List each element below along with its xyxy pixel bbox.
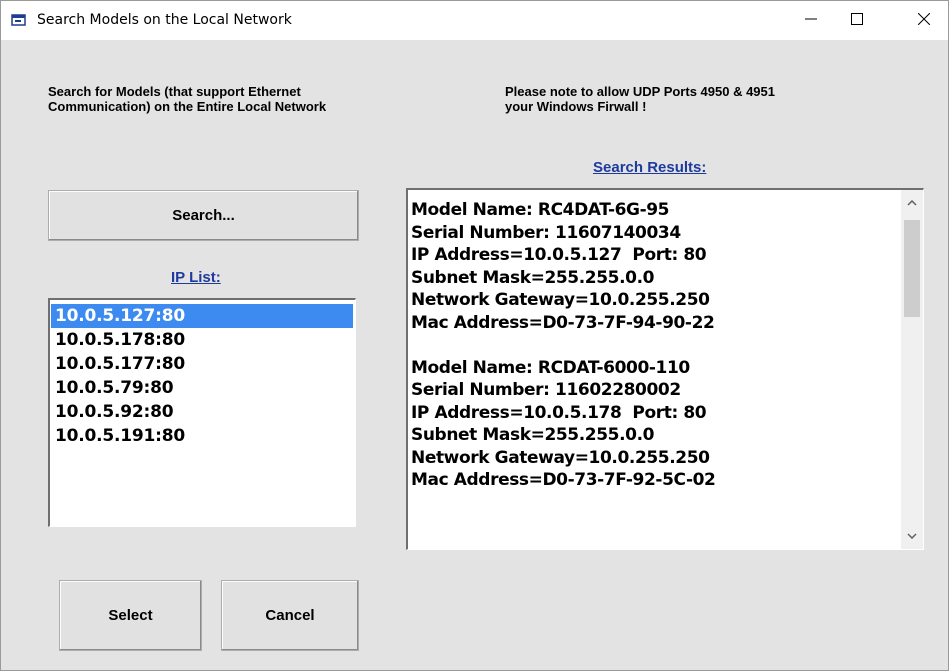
ip-list-item[interactable]: 10.0.5.191:80 [51, 424, 353, 448]
search-results-text: Model Name: RC4DAT-6G-95 Serial Number: 1… [411, 199, 899, 492]
ip-list-label: IP List: [171, 269, 221, 286]
ip-list-item[interactable]: 10.0.5.127:80 [51, 304, 353, 328]
close-button[interactable] [901, 1, 947, 40]
maximize-icon [851, 12, 863, 30]
ip-list-item[interactable]: 10.0.5.92:80 [51, 400, 353, 424]
chevron-up-icon[interactable] [901, 192, 923, 214]
ip-list-item[interactable]: 10.0.5.177:80 [51, 352, 353, 376]
result-line: Serial Number: 11602280002 [411, 380, 681, 400]
ip-list-item[interactable]: 10.0.5.178:80 [51, 328, 353, 352]
chevron-down-icon[interactable] [901, 525, 923, 547]
maximize-button[interactable] [834, 1, 880, 40]
dialog-window: Search Models on the Local Network Searc… [0, 0, 949, 671]
search-results-label: Search Results: [593, 159, 707, 176]
minimize-button[interactable] [788, 1, 834, 40]
result-line: IP Address=10.0.5.178 Port: 80 [411, 402, 707, 423]
result-line: Network Gateway=10.0.255.250 [411, 290, 710, 310]
ip-list-items: 10.0.5.127:80 10.0.5.178:80 10.0.5.177:80 1… [51, 304, 353, 448]
result-line: Serial Number: 11607140034 [411, 222, 681, 243]
result-line: Mac Address=D0-73-7F-94-90-22 [411, 312, 715, 333]
result-line: Subnet Mask=255.255.0.0 [411, 425, 655, 445]
result-line: Model Name: RCDAT-6000-110 [411, 357, 690, 378]
result-line: Model Name: RC4DAT-6G-95 [411, 200, 670, 220]
result-line: Mac Address=D0-73-7F-92-5C-02 [411, 470, 716, 490]
close-icon [917, 12, 931, 30]
search-description: Search for Models (that support Ethernet… [48, 84, 327, 114]
minimize-icon [805, 12, 817, 30]
cancel-button[interactable]: Cancel [221, 580, 359, 651]
app-window-icon [11, 13, 27, 27]
result-line: Subnet Mask=255.255.0.0 [411, 267, 655, 288]
ip-list-item[interactable]: 10.0.5.79:80 [51, 376, 353, 400]
ip-listbox[interactable]: 10.0.5.127:80 10.0.5.178:80 10.0.5.177:80 1… [48, 298, 356, 527]
scrollbar-thumb[interactable] [904, 220, 920, 317]
result-line: IP Address=10.0.5.127 Port: 80 [411, 245, 707, 265]
search-results-textbox[interactable]: Model Name: RC4DAT-6G-95 Serial Number: 1… [406, 188, 924, 550]
window-title: Search Models on the Local Network [37, 12, 292, 28]
result-line: Network Gateway=10.0.255.250 [411, 447, 710, 468]
result-line [411, 334, 899, 357]
firewall-note: Please note to allow UDP Ports 4950 & 49… [505, 84, 775, 114]
results-scrollbar[interactable] [901, 190, 923, 549]
title-bar[interactable]: Search Models on the Local Network [1, 1, 948, 40]
dialog-client-area: Search for Models (that support Ethernet… [1, 40, 948, 670]
select-button[interactable]: Select [59, 580, 202, 651]
search-button[interactable]: Search... [48, 190, 359, 241]
